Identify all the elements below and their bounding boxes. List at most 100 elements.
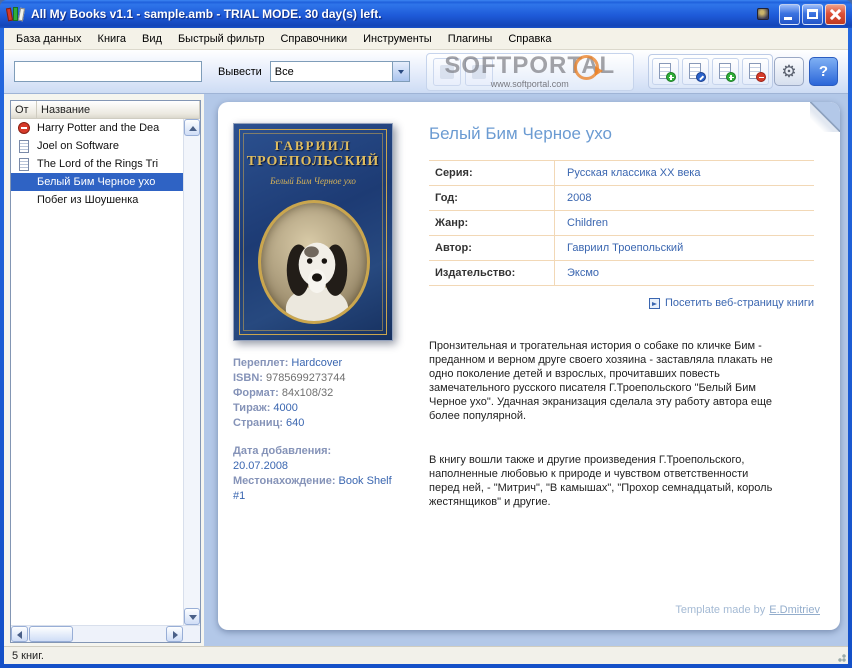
app-icon xyxy=(5,6,26,23)
credit-author-link[interactable]: E.Dmitriev xyxy=(769,604,820,616)
book-title: The Lord of the Rings Tri xyxy=(37,158,159,170)
field-label: Жанр: xyxy=(429,211,555,235)
toolbar-right-group: ⚙ ? xyxy=(774,57,838,86)
trial-bell-icon xyxy=(757,8,769,20)
menu-bar: База данных Книга Вид Быстрый фильтр Спр… xyxy=(4,28,848,50)
dog-portrait-icon xyxy=(258,200,370,324)
book-cover-image: ГАВРИИЛ ТРОЕПОЛЬСКИЙ Белый Бим Черное ух… xyxy=(233,123,393,341)
window-title: All My Books v1.1 - sample.amb - TRIAL M… xyxy=(31,7,382,21)
view-mode-button-2[interactable] xyxy=(464,57,493,86)
filter-combobox[interactable]: Все xyxy=(269,61,410,82)
info-value-link[interactable]: 640 xyxy=(286,417,304,429)
info-value-link[interactable]: 4000 xyxy=(273,402,297,414)
card-columns: ГАВРИИЛ ТРОЕПОЛЬСКИЙ Белый Бим Черное ух… xyxy=(218,102,840,630)
scroll-thumb[interactable] xyxy=(29,626,73,642)
info-line: Страниц: 640 xyxy=(233,416,395,431)
book-list-panel: От Название Harry Potter and the Dea Joe… xyxy=(4,94,204,646)
list-item[interactable]: Joel on Software xyxy=(11,137,183,155)
table-row: Серия: Русская классика XX века xyxy=(429,161,814,186)
credit-text: Template made by xyxy=(675,604,766,616)
template-credit: Template made by E.Dmitriev xyxy=(675,604,820,616)
book-icon xyxy=(19,139,29,153)
info-line: Дата добавления: xyxy=(233,444,395,459)
added-date-label: Дата добавления: xyxy=(233,445,332,457)
cover-subtitle: Белый Бим Черное ухо xyxy=(270,176,356,186)
field-value-link[interactable]: Children xyxy=(555,211,814,235)
resize-grip[interactable] xyxy=(834,650,847,663)
field-value-link[interactable]: 2008 xyxy=(555,186,814,210)
detail-area: ГАВРИИЛ ТРОЕПОЛЬСКИЙ Белый Бим Черное ух… xyxy=(204,94,848,646)
window-body: База данных Книга Вид Быстрый фильтр Спр… xyxy=(4,28,848,664)
add-plus-icon xyxy=(665,72,676,82)
vertical-scrollbar[interactable] xyxy=(183,119,200,625)
info-value-link[interactable]: Hardcover xyxy=(291,357,342,369)
maximize-button[interactable] xyxy=(802,3,823,25)
minimize-button[interactable] xyxy=(779,3,800,25)
add-author-button[interactable] xyxy=(711,58,739,85)
book-title: Joel on Software xyxy=(37,140,119,152)
menu-item-quick-filter[interactable]: Быстрый фильтр xyxy=(170,30,273,48)
titlebar: All My Books v1.1 - sample.amb - TRIAL M… xyxy=(0,0,852,28)
detail-column: Белый Бим Черное ухо Серия: Русская клас… xyxy=(429,123,820,616)
close-button[interactable] xyxy=(825,3,846,25)
visit-webpage-link[interactable]: Посетить веб-страницу книги xyxy=(649,297,814,309)
status-cell xyxy=(11,122,37,134)
horizontal-scrollbar[interactable] xyxy=(11,625,200,642)
weblink-text: Посетить веб-страницу книги xyxy=(665,297,814,309)
list-item-selected[interactable]: Белый Бим Черное ухо xyxy=(11,173,183,191)
add-book-button[interactable] xyxy=(651,58,679,85)
info-label: Страниц: xyxy=(233,417,283,429)
chevron-down-icon[interactable] xyxy=(391,62,409,81)
watermark-url: www.softportal.com xyxy=(490,78,569,89)
list-rows: Harry Potter and the Dea Joel on Softwar… xyxy=(11,119,183,625)
table-row: Издательство: Эксмо xyxy=(429,261,814,286)
column-header-mark[interactable]: От xyxy=(11,101,37,119)
menu-item-references[interactable]: Справочники xyxy=(272,30,355,48)
page-title: Белый Бим Черное ухо xyxy=(429,124,612,143)
field-value-link[interactable]: Русская классика XX века xyxy=(555,161,814,185)
field-value-link[interactable]: Гавриил Троепольский xyxy=(555,236,814,260)
scroll-right-button[interactable] xyxy=(166,626,183,642)
menu-item-help[interactable]: Справка xyxy=(500,30,559,48)
weblink-row: Посетить веб-страницу книги xyxy=(429,297,814,312)
help-button[interactable]: ? xyxy=(809,57,838,86)
scroll-down-button[interactable] xyxy=(184,608,200,625)
external-link-icon xyxy=(649,297,660,309)
app-window: All My Books v1.1 - sample.amb - TRIAL M… xyxy=(0,0,852,668)
list-item[interactable]: Побег из Шоушенка xyxy=(11,191,183,209)
edit-pencil-icon xyxy=(695,72,706,82)
field-value-link[interactable]: Эксмо xyxy=(555,261,814,285)
view-mode-button-1[interactable] xyxy=(432,57,461,86)
menu-item-plugins[interactable]: Плагины xyxy=(440,30,501,48)
status-cell xyxy=(11,157,37,171)
scrollbar-corner xyxy=(183,626,200,642)
cover-author-line2: ТРОЕПОЛЬСКИЙ xyxy=(246,154,380,169)
menu-item-database[interactable]: База данных xyxy=(8,30,90,48)
info-line: Формат: 84x108/32 xyxy=(233,386,395,401)
list-item[interactable]: The Lord of the Rings Tri xyxy=(11,155,183,173)
menu-item-book[interactable]: Книга xyxy=(90,30,135,48)
page-fold-corner xyxy=(810,102,840,132)
edit-book-button[interactable] xyxy=(681,58,709,85)
scroll-track[interactable] xyxy=(184,136,200,608)
search-input[interactable] xyxy=(14,61,202,82)
toolbar: Вывести Все SOFTPORTAL www.softportal.co… xyxy=(4,50,848,94)
delete-book-button[interactable] xyxy=(741,58,769,85)
menu-item-view[interactable]: Вид xyxy=(134,30,170,48)
list-item[interactable]: Harry Potter and the Dea xyxy=(11,119,183,137)
info-value: 9785699273744 xyxy=(265,372,346,384)
info-label: Формат: xyxy=(233,387,279,399)
menu-item-tools[interactable]: Инструменты xyxy=(355,30,440,48)
settings-button[interactable]: ⚙ xyxy=(774,57,804,86)
added-date-value: 20.07.2008 xyxy=(233,460,289,472)
column-header-title[interactable]: Название xyxy=(37,101,200,119)
scroll-left-button[interactable] xyxy=(11,626,28,642)
book-info-list: Переплет: Hardcover ISBN: 9785699273744 Фо… xyxy=(233,356,395,504)
status-cell xyxy=(11,139,37,153)
delete-minus-icon xyxy=(755,72,766,82)
book-icon xyxy=(19,157,29,171)
scroll-track[interactable] xyxy=(74,626,166,642)
book-title: Harry Potter and the Dea xyxy=(37,122,160,134)
info-label: Переплет: xyxy=(233,357,289,369)
scroll-up-button[interactable] xyxy=(184,119,200,136)
